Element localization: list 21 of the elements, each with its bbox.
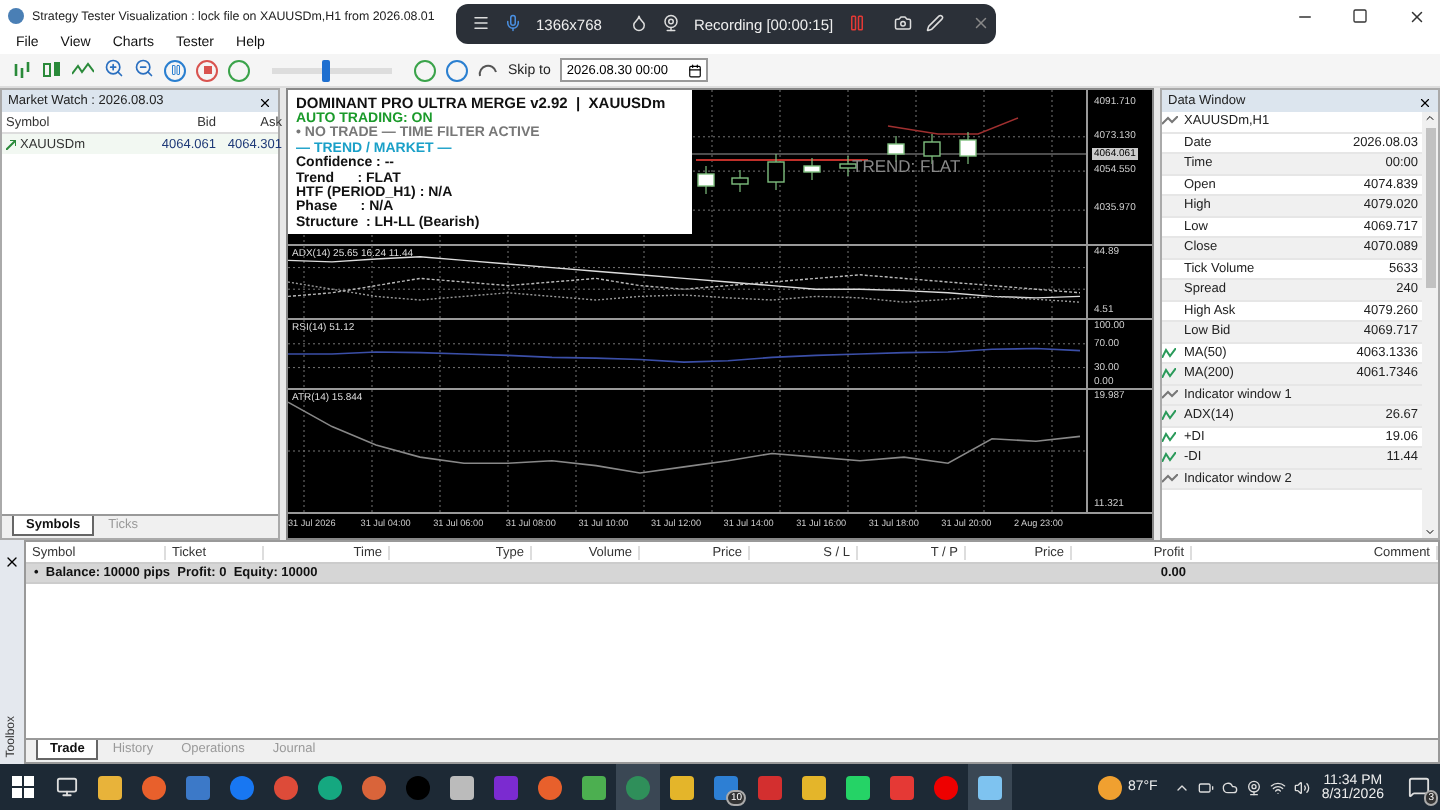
weather-icon[interactable] xyxy=(1097,775,1122,799)
pause-button[interactable] xyxy=(164,59,186,81)
chart-icon xyxy=(1162,389,1184,400)
line-chart-icon xyxy=(72,60,94,80)
chat-icon xyxy=(1407,776,1429,798)
chart-icon xyxy=(1162,473,1184,484)
scrollbar[interactable] xyxy=(1422,112,1438,538)
trend-label: TREND: FLAT xyxy=(852,156,961,176)
pause-icon xyxy=(169,64,181,76)
close-icon xyxy=(1407,7,1425,25)
scroll-up-icon[interactable] xyxy=(1424,112,1436,124)
bars-icon xyxy=(12,60,32,80)
window-app-icon[interactable] xyxy=(968,764,1012,810)
app-icon xyxy=(8,8,24,24)
calendar-icon[interactable] xyxy=(688,63,703,77)
chart-icon xyxy=(1162,116,1184,127)
scroll-down-icon[interactable] xyxy=(1424,526,1436,538)
arrow-icon xyxy=(6,139,16,149)
maximize-icon xyxy=(1352,8,1368,24)
candles-icon xyxy=(42,60,62,80)
stop-button[interactable] xyxy=(196,59,218,81)
